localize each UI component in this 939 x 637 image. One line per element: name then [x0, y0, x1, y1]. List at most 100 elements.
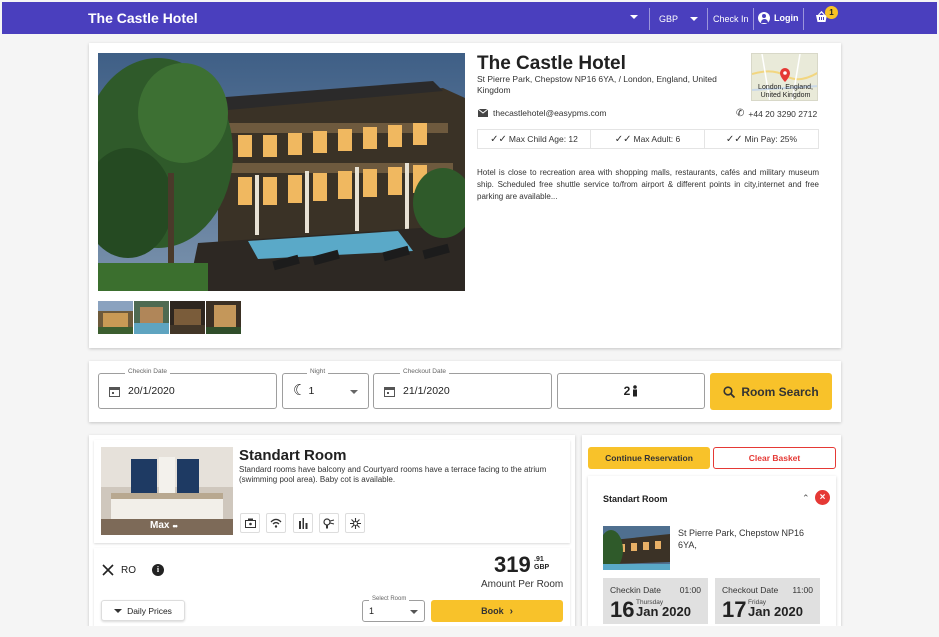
hairdryer-icon — [319, 513, 339, 533]
people-icon: •• — [172, 520, 177, 531]
checkin-date-field[interactable]: Checkin Date 20/1/2020 — [98, 368, 277, 409]
basket-hotel-photo — [603, 526, 670, 570]
checkout-month-year: Jan 2020 — [748, 604, 803, 619]
currency-dropdown[interactable]: GBP — [659, 14, 699, 24]
nights-select[interactable]: Night ☾ 1 — [282, 368, 369, 409]
double-check-icon: ✓✓ — [614, 133, 632, 145]
guests-field[interactable]: 2 — [557, 373, 705, 409]
meal-plan: RO i — [102, 564, 164, 576]
feature-label: Min Pay: 25% — [744, 134, 798, 144]
room-title: Standart Room — [239, 447, 347, 464]
double-check-icon: ✓✓ — [490, 133, 507, 145]
room-description: Standard rooms have balcony and Courtyar… — [239, 465, 547, 484]
chevron-down-icon — [690, 17, 699, 21]
info-icon[interactable]: i — [152, 564, 164, 576]
hotel-address: St Pierre Park, Chepstow NP16 6YA, / Lon… — [477, 74, 717, 95]
calendar-icon — [109, 386, 120, 397]
checkin-day: 16 — [610, 597, 635, 622]
cutlery-icon — [102, 564, 114, 576]
checkin-month-year: Jan 2020 — [636, 604, 691, 619]
basket-checkin-date: Checkin Date 01:00 16 Thursday Jan 2020 — [603, 578, 708, 624]
price-currency: GBP — [534, 564, 550, 571]
checkout-date-value: 21/1/2020 — [403, 385, 450, 397]
double-check-icon: ✓✓ — [725, 133, 743, 145]
page-bottom-edge — [0, 626, 939, 637]
close-icon[interactable]: × — [815, 490, 830, 505]
mail-icon — [478, 109, 488, 117]
field-label: Checkout Date — [400, 368, 449, 375]
max-occupancy-label: Max •• — [150, 520, 178, 531]
divider — [753, 8, 754, 30]
gallery-thumbnail[interactable] — [170, 301, 205, 334]
checkin-time: 01:00 — [679, 585, 701, 595]
field-label: Checkin Date — [125, 368, 171, 375]
field-label: Select Room — [369, 596, 410, 602]
check-in-button[interactable]: Check In — [713, 14, 749, 24]
room-price: 319 — [494, 552, 531, 577]
feature-max-adult: ✓✓ Max Adult: 6 — [590, 129, 705, 149]
phone-text: +44 20 3290 2712 — [748, 108, 818, 119]
chevron-down-icon — [630, 15, 638, 19]
check-in-label: Check In — [713, 14, 749, 24]
book-label: Book — [481, 606, 504, 616]
hotel-description: Hotel is close to recreation area with s… — [477, 168, 819, 201]
hotel-email[interactable]: thecastlehotel@easypms.com — [478, 108, 607, 118]
person-icon — [633, 385, 638, 397]
gallery-thumbnail[interactable] — [134, 301, 169, 334]
email-text: thecastlehotel@easypms.com — [493, 108, 607, 118]
top-navbar: The Castle Hotel GBP Check In Login 1 — [2, 2, 937, 34]
continue-reservation-button[interactable]: Continue Reservation — [588, 447, 710, 469]
field-label: Night — [307, 368, 329, 375]
brand-title[interactable]: The Castle Hotel — [88, 10, 198, 26]
book-button[interactable]: Book › — [431, 600, 563, 622]
map-location-label: London, England, United Kingdom — [758, 84, 813, 99]
checkout-date-field[interactable]: Checkout Date 21/1/2020 — [373, 368, 552, 409]
location-map[interactable]: London, England, United Kingdom — [751, 53, 818, 101]
price-caption: Amount Per Room — [481, 579, 564, 590]
feature-max-child-age: ✓✓ Max Child Age: 12 — [477, 129, 591, 149]
chevron-down-icon — [350, 390, 358, 394]
clear-basket-button[interactable]: Clear Basket — [713, 447, 836, 469]
currency-label: GBP — [659, 14, 679, 24]
daily-prices-label: Daily Prices — [127, 605, 172, 616]
account-icon — [758, 12, 770, 24]
cart-count-badge: 1 — [825, 6, 838, 19]
checkout-day: 17 — [722, 597, 747, 622]
guests-value: 2 — [623, 384, 631, 398]
divider — [707, 8, 708, 30]
minibar-icon — [293, 513, 313, 533]
select-room-dropdown[interactable]: Select Room 1 — [362, 596, 425, 622]
feature-label: Max Child Age: 12 — [508, 134, 578, 144]
hotel-phone[interactable]: ✆ +44 20 3290 2712 — [736, 108, 817, 119]
max-label: Max — [150, 520, 170, 531]
chevron-down-icon — [410, 610, 418, 614]
map-pin-icon — [780, 68, 790, 82]
basket-room-title: Standart Room — [603, 494, 668, 504]
language-dropdown[interactable] — [630, 15, 638, 19]
air-conditioner-icon — [345, 513, 365, 533]
checkout-label: Checkout Date — [722, 585, 779, 595]
phone-icon: ✆ — [736, 108, 745, 119]
gallery-thumbnail[interactable] — [206, 301, 241, 334]
login-button[interactable]: Login — [758, 12, 799, 24]
chevron-up-icon[interactable]: ⌃ — [802, 493, 810, 504]
basket-hotel-address: St Pierre Park, Chepstow NP16 6YA, — [678, 528, 805, 550]
nights-value: 1 — [308, 385, 315, 397]
gallery-thumbnail[interactable] — [98, 301, 133, 334]
daily-prices-button[interactable]: Daily Prices — [101, 600, 185, 621]
login-label: Login — [774, 13, 799, 23]
calendar-icon — [384, 386, 395, 397]
feature-min-pay: ✓✓ Min Pay: 25% — [704, 129, 819, 149]
feature-label: Max Adult: 6 — [633, 134, 681, 144]
room-search-button[interactable]: Room Search — [710, 373, 832, 410]
room-search-label: Room Search — [741, 384, 819, 399]
checkin-label: Checkin Date — [610, 585, 662, 595]
moon-icon: ☾ — [293, 382, 307, 399]
hotel-main-photo[interactable] — [98, 53, 465, 291]
room-photo[interactable]: Max •• — [101, 447, 233, 535]
divider — [649, 8, 650, 30]
divider — [803, 8, 804, 30]
chevron-right-icon: › — [509, 605, 513, 617]
price-decimals: .91 — [534, 556, 544, 563]
price-cents-currency: .91 GBP — [534, 556, 549, 572]
